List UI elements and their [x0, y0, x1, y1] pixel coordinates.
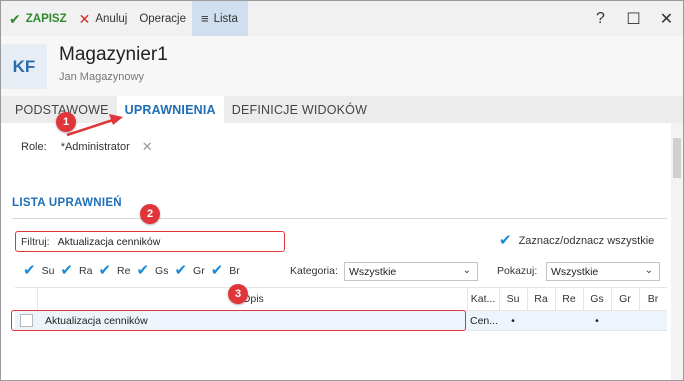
category-label: Kategoria: — [290, 265, 338, 277]
column-header-gs[interactable]: Gs — [583, 288, 611, 310]
section-title: LISTA UPRAWNIEŃ — [12, 197, 122, 209]
filter-label: Filtruj: — [21, 235, 50, 248]
toggle-label: Br — [229, 264, 240, 277]
toggle-label: Gr — [193, 264, 205, 277]
tab-content — [1, 123, 671, 380]
row-kat: Cen... — [469, 315, 498, 327]
show-value: Wszystkie — [551, 265, 599, 278]
toggle-gs[interactable]: ✔ Gs — [136, 263, 168, 278]
section-divider — [12, 218, 667, 219]
cancel-button[interactable]: ✕ Anuluj — [73, 1, 134, 36]
show-select[interactable]: Wszystkie ⌄ — [546, 262, 660, 281]
toggle-all-checkbox[interactable]: ✔ Zaznacz/odznacz wszystkie — [499, 233, 654, 248]
row-gs[interactable]: • — [583, 315, 611, 327]
toggle-all-label: Zaznacz/odznacz wszystkie — [518, 234, 655, 247]
checkmark-icon: ✔ — [60, 262, 73, 279]
grid-header: Opis Kat... Su Ra Re Gs Gr Br — [15, 287, 667, 311]
checkmark-icon: ✔ — [98, 262, 112, 279]
category-value: Wszystkie — [349, 265, 397, 278]
show-label: Pokazuj: — [497, 265, 538, 277]
roles-label: Role: — [21, 141, 47, 153]
page-subtitle: Jan Magazynowy — [59, 71, 144, 83]
operations-button[interactable]: Operacje — [133, 1, 192, 36]
list-label: Lista — [213, 12, 238, 25]
avatar: KF — [1, 44, 47, 89]
help-icon[interactable]: ? — [584, 10, 617, 28]
vertical-scrollbar[interactable] — [671, 123, 683, 380]
window-frame: ✔ ZAPISZ ✕ Anuluj Operacje ≡ Lista ? ☐ ✕… — [0, 0, 684, 381]
toggle-label: Gs — [155, 264, 169, 277]
page-title: Magazynier1 — [59, 44, 168, 65]
tab-uprawnienia[interactable]: UPRAWNIENIA — [116, 96, 224, 123]
checkmark-icon: ✔ — [174, 262, 188, 279]
chevron-down-icon: ⌄ — [644, 265, 653, 276]
menu-icon: ≡ — [201, 11, 209, 26]
toggle-ra[interactable]: ✔ Ra — [60, 263, 92, 278]
close-icon: ✕ — [78, 10, 91, 27]
column-header-opis[interactable]: Opis — [38, 288, 468, 310]
record-header: KF Magazynier1 Jan Magazynowy — [1, 36, 683, 96]
window-controls: ? ☐ ✕ — [584, 1, 683, 36]
column-header-re[interactable]: Re — [555, 288, 583, 310]
checkmark-icon: ✔ — [9, 10, 21, 27]
toggle-br[interactable]: ✔ Br — [211, 263, 240, 278]
roles-row: Role: *Administrator ✕ — [21, 139, 153, 155]
toolbar: ✔ ZAPISZ ✕ Anuluj Operacje ≡ Lista ? ☐ ✕ — [1, 1, 683, 36]
toggle-re[interactable]: ✔ Re — [98, 263, 130, 278]
column-toggles: ✔ Su ✔ Ra ✔ Re ✔ Gs ✔ Gr ✔ Br — [23, 263, 246, 278]
checkmark-icon: ✔ — [210, 262, 224, 279]
annotation-badge-3: 3 — [228, 284, 248, 304]
row-su[interactable]: • — [499, 315, 527, 327]
chevron-down-icon: ⌄ — [462, 265, 471, 276]
toggle-label: Ra — [79, 264, 93, 277]
toggle-gr[interactable]: ✔ Gr — [174, 263, 204, 278]
row-highlight — [11, 310, 466, 331]
tab-definicje-widokow[interactable]: DEFINICJE WIDOKÓW — [224, 96, 375, 123]
role-value[interactable]: *Administrator — [61, 141, 130, 153]
remove-role-icon[interactable]: ✕ — [142, 139, 153, 155]
scrollbar-thumb[interactable] — [673, 138, 681, 178]
column-header-br[interactable]: Br — [639, 288, 667, 310]
toggle-su[interactable]: ✔ Su — [23, 263, 54, 278]
filter-field[interactable]: Filtruj: Aktualizacja cenników — [15, 231, 285, 252]
save-button[interactable]: ✔ ZAPISZ — [1, 1, 73, 36]
column-header-gr[interactable]: Gr — [611, 288, 639, 310]
operations-label: Operacje — [139, 12, 186, 25]
checkmark-icon: ✔ — [136, 262, 150, 279]
toggle-label: Su — [41, 264, 55, 277]
category-select[interactable]: Wszystkie ⌄ — [344, 262, 478, 281]
filter-input[interactable]: Aktualizacja cenników — [58, 236, 161, 248]
maximize-icon[interactable]: ☐ — [617, 9, 650, 29]
checkmark-icon: ✔ — [23, 262, 36, 279]
cancel-label: Anuluj — [95, 12, 128, 25]
list-button[interactable]: ≡ Lista — [192, 1, 248, 36]
toggle-label: Re — [117, 264, 131, 277]
annotation-badge-1: 1 — [56, 112, 76, 132]
column-header-kat[interactable]: Kat... — [467, 288, 499, 310]
tab-bar: PODSTAWOWE UPRAWNIENIA DEFINICJE WIDOKÓW — [1, 96, 683, 123]
annotation-badge-2: 2 — [140, 204, 160, 224]
save-label: ZAPISZ — [25, 12, 67, 25]
checkmark-icon: ✔ — [499, 232, 512, 249]
close-window-icon[interactable]: ✕ — [650, 9, 683, 29]
column-header-su[interactable]: Su — [499, 288, 527, 310]
column-header-ra[interactable]: Ra — [527, 288, 555, 310]
